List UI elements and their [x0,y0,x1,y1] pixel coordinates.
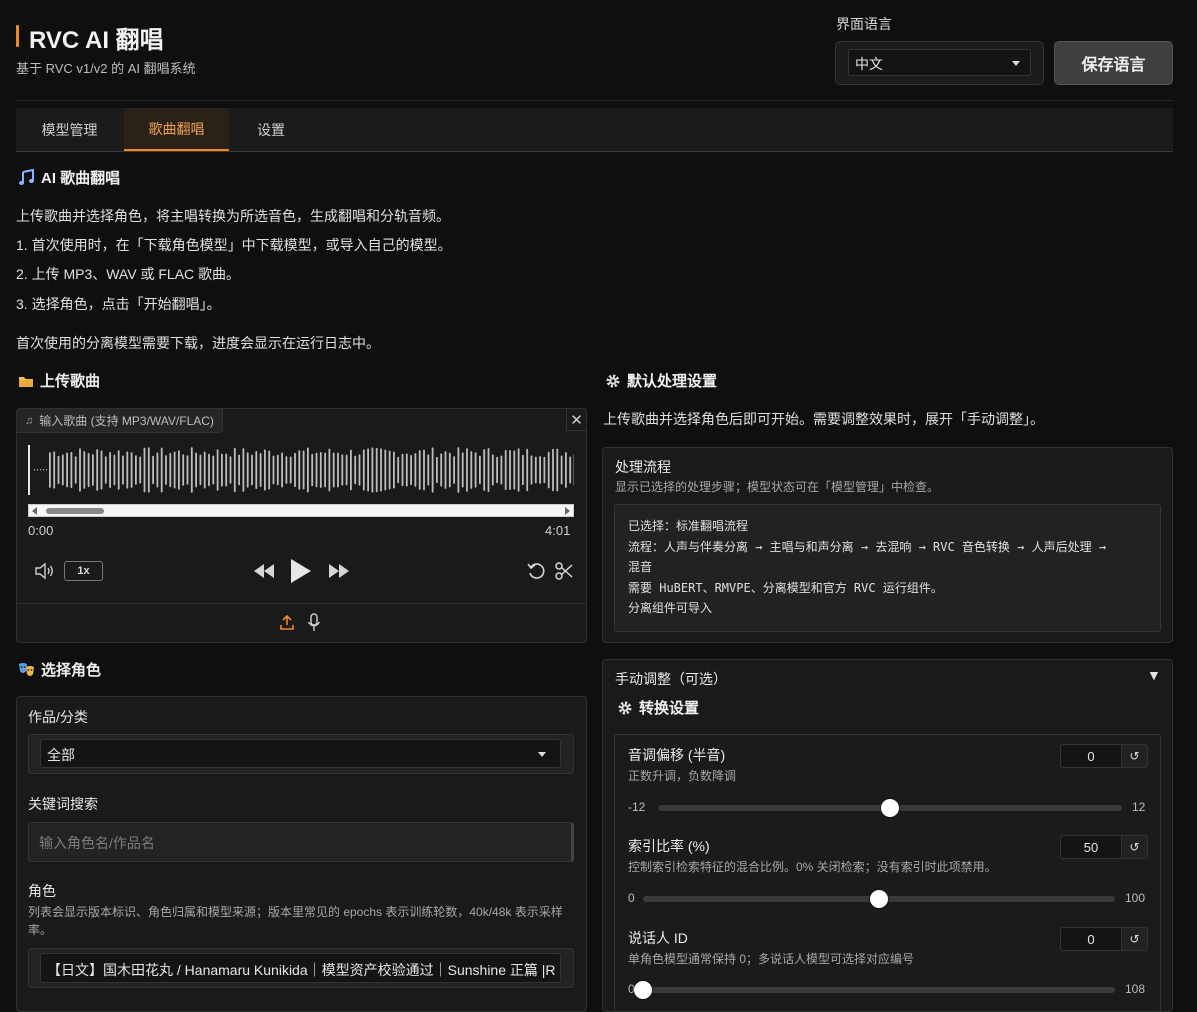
role-heading-text: 选择角色 [41,662,102,679]
slider-min: 0 [628,891,635,905]
defaults-heading-text: 默认处理设置 [627,373,718,390]
upload-divider [17,603,586,604]
audio-input-label: ♫ 输入歌曲 (支持 MP3/WAV/FLAC) [17,409,223,433]
speaker-id-thumb[interactable] [634,981,652,999]
intro-note: 首次使用的分离模型需要下载，进度会显示在运行日志中。 [16,335,380,351]
time-current: 0:00 [28,523,54,538]
upload-icon[interactable] [279,614,295,632]
reset-icon[interactable]: ↺ [1122,927,1148,951]
slider-max: 108 [1125,982,1146,996]
language-label: 界面语言 [836,16,892,32]
category-value: 全部 [47,747,75,763]
pitch-shift-label: 音调偏移 (半音) [628,747,726,763]
audio-waveform[interactable] [28,445,574,495]
time-total: 4:01 [545,523,571,538]
intro-line: 上传歌曲并选择角色，将主唱转换为所选音色，生成翻唱和分轨音频。 [16,208,450,224]
sliders-card: 音调偏移 (半音) 正数升调，负数降调 0 ↺ -12 12 索引比率 (%) … [614,734,1161,1012]
tab-bar: 模型管理 歌曲翻唱 设置 [16,108,1173,152]
language-select[interactable]: 中文 [848,49,1031,76]
chevron-down-icon [538,752,546,757]
collapse-toggle-icon[interactable]: ▼ [1147,667,1161,683]
role-heading: 选择角色 [18,659,101,680]
flow-title: 处理流程 [615,459,671,475]
microphone-icon[interactable] [307,613,321,633]
brand-accent-bar [16,25,19,47]
playback-speed-button[interactable]: 1x [64,561,103,581]
speaker-id-description: 单角色模型通常保持 0；多说话人模型可选择对应编号 [628,952,915,966]
header-divider [16,100,1173,101]
manual-heading[interactable]: 手动调整（可选） [615,669,727,689]
search-placeholder: 输入角色名/作品名 [39,835,155,851]
index-rate-label: 索引比率 (%) [628,838,710,854]
role-value: 【日文】国木田花丸 / Hanamaru Kunikida｜模型资产校验通过｜S… [47,962,556,978]
upload-heading: 上传歌曲 [18,370,100,391]
flow-line: 流程：人声与伴奏分离 → 主唱与和声分离 → 去混响 → RVC 音色转换 → … [628,539,1107,554]
undo-icon[interactable] [527,561,547,581]
intro-line: 1. 首次使用时，在「下载角色模型」中下载模型，或导入自己的模型。 [16,237,452,253]
flow-line: 分离组件可导入 [628,601,713,615]
scissors-icon[interactable] [554,561,574,581]
music-note-small-icon: ♫ [25,414,34,427]
gear-icon [618,701,632,714]
slider-max: 100 [1125,891,1146,905]
rewind-icon[interactable] [252,562,276,580]
speaker-id-track[interactable] [643,987,1115,993]
flow-description: 显示已选择的处理步骤；模型状态可在「模型管理」中检查。 [615,480,940,494]
intro-line: 2. 上传 MP3、WAV 或 FLAC 歌曲。 [16,266,241,282]
search-input[interactable]: 输入角色名/作品名 [28,822,574,862]
app-title: RVC AI 翻唱 [29,27,164,54]
tab-song-cover[interactable]: 歌曲翻唱 [124,108,229,151]
play-icon[interactable] [289,557,313,585]
volume-icon[interactable] [34,562,56,580]
speaker-id-input[interactable]: 0 [1060,927,1122,951]
close-icon[interactable]: ✕ [566,409,586,431]
index-rate-thumb[interactable] [870,890,888,908]
intro-heading-text: AI 歌曲翻唱 [41,170,121,187]
scroll-left-icon[interactable] [32,507,37,515]
fast-forward-icon[interactable] [327,562,351,580]
music-note-icon [19,169,34,185]
conversion-heading: 转换设置 [617,697,699,718]
reset-icon[interactable]: ↺ [1122,744,1148,768]
flow-details: 已选择：标准翻唱流程 流程：人声与伴奏分离 → 主唱与和声分离 → 去混响 → … [614,504,1161,632]
index-rate-input[interactable]: 50 [1060,835,1122,859]
gear-icon [606,374,620,387]
language-value: 中文 [855,56,883,72]
slider-max: 12 [1132,800,1146,814]
index-rate-description: 控制索引检索特征的混合比例。0% 关闭检索；没有索引时此项禁用。 [628,860,997,874]
category-select[interactable]: 全部 [40,739,561,768]
chevron-down-icon [1012,61,1020,66]
defaults-description: 上传歌曲并选择角色后即可开始。需要调整效果时，展开「手动调整」。 [603,411,1044,427]
speaker-id-label: 说话人 ID [628,930,688,946]
flow-line: 需要 HuBERT、RMVPE、分离模型和官方 RVC 运行组件。 [628,580,943,595]
scroll-right-icon[interactable] [565,507,570,515]
defaults-heading: 默认处理设置 [605,370,717,391]
folder-icon [19,376,33,387]
pitch-shift-input[interactable]: 0 [1060,744,1122,768]
reset-icon[interactable]: ↺ [1122,835,1148,859]
tab-settings[interactable]: 设置 [229,108,313,151]
role-description: 列表会显示版本标识、角色归属和模型来源；版本里常见的 epochs 表示训练轮数… [28,905,563,937]
conversion-heading-text: 转换设置 [639,700,700,717]
intro-heading: AI 歌曲翻唱 [18,167,120,188]
audio-upload-panel [16,408,587,643]
scroll-thumb[interactable] [46,508,104,514]
save-language-button[interactable]: 保存语言 [1054,41,1173,85]
flow-line: 已选择：标准翻唱流程 [628,519,749,533]
search-label: 关键词搜索 [28,796,98,812]
flow-line: 混音 [628,560,653,574]
app-subtitle: 基于 RVC v1/v2 的 AI 翻唱系统 [16,61,196,76]
waveform-scrollbar[interactable] [28,504,574,517]
upload-heading-text: 上传歌曲 [40,373,101,390]
category-label: 作品/分类 [28,709,88,725]
tab-model-management[interactable]: 模型管理 [16,108,123,151]
role-select[interactable]: 【日文】国木田花丸 / Hanamaru Kunikida｜模型资产校验通过｜S… [40,953,561,983]
pitch-shift-thumb[interactable] [881,799,899,817]
intro-line: 3. 选择角色，点击「开始翻唱」。 [16,296,221,312]
pitch-shift-description: 正数升调，负数降调 [628,769,737,783]
slider-min: -12 [628,800,646,814]
role-label: 角色 [28,883,56,899]
theater-masks-icon [19,662,34,676]
audio-input-label-text: 输入歌曲 (支持 MP3/WAV/FLAC) [39,414,214,428]
